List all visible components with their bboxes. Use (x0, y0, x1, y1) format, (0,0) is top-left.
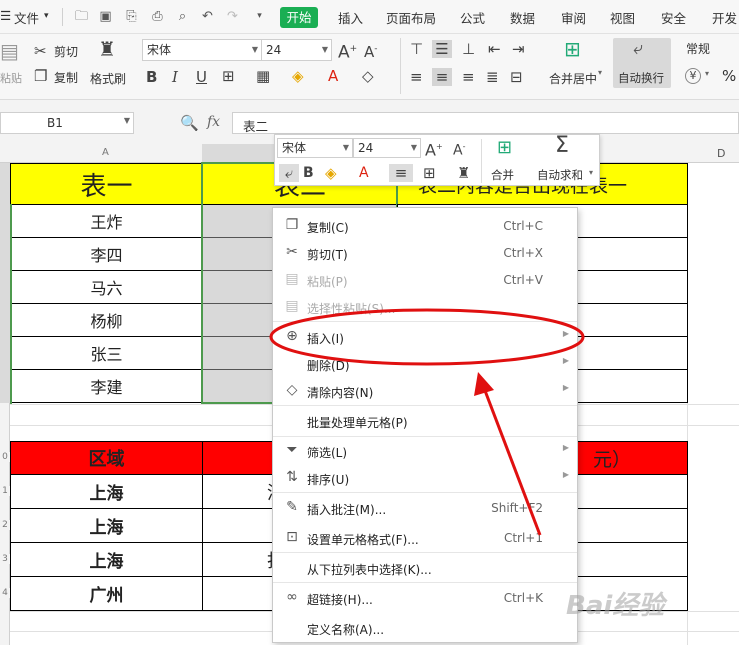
watermark: Bai经验 (566, 591, 665, 621)
annotation-overlay (269, 308, 585, 536)
annotation-arrow-line (482, 387, 542, 536)
annotation-arrow-head (474, 372, 494, 396)
annotation-ellipse (269, 308, 585, 366)
